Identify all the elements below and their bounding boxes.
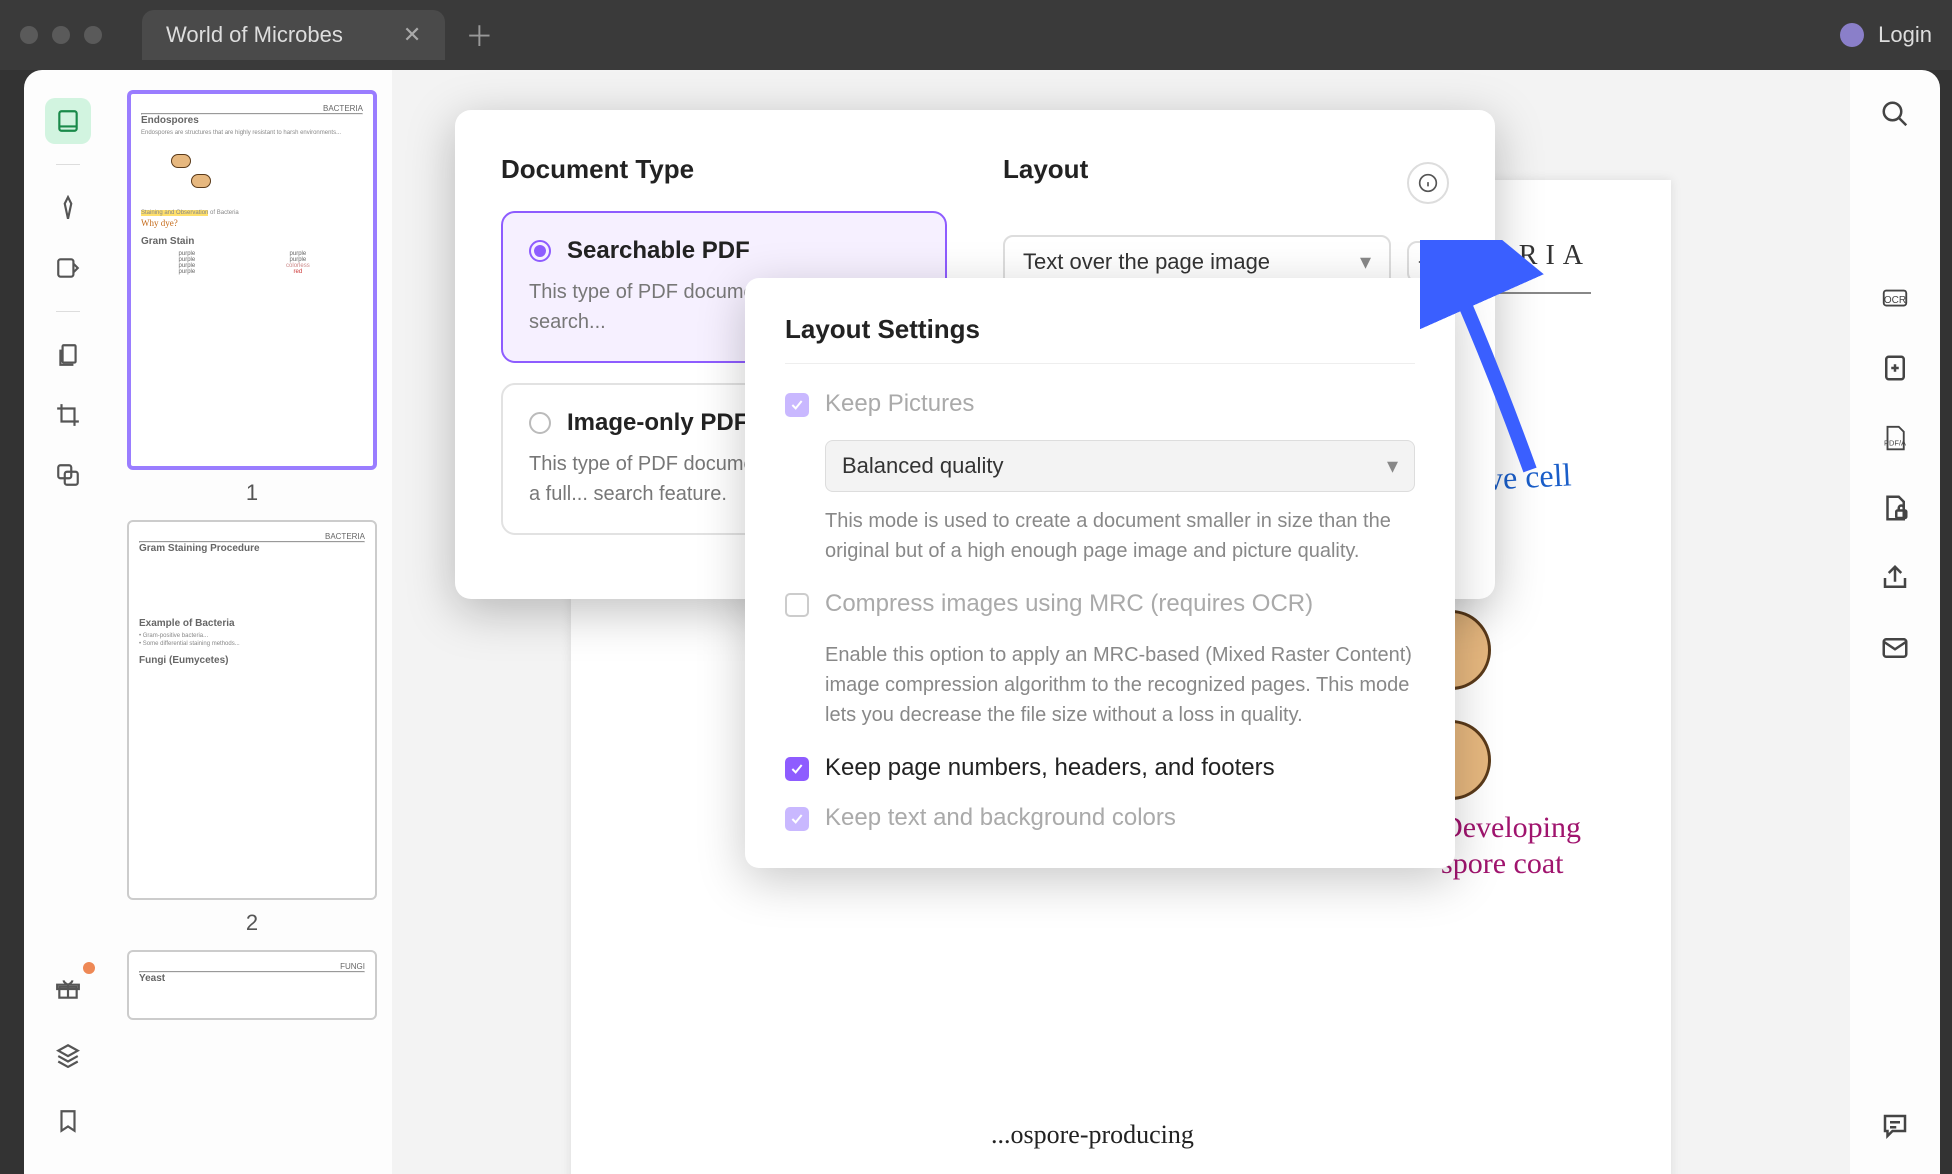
compress-description: Enable this option to apply an MRC-based… [825,640,1415,730]
pdfa-icon[interactable]: PDF/A [1877,420,1913,456]
ocr-icon[interactable]: OCR [1877,280,1913,316]
keep-headers-checkbox[interactable] [785,757,809,781]
document-type-heading: Document Type [501,154,947,185]
quality-select[interactable]: Balanced quality [825,440,1415,492]
book-tool-icon[interactable] [45,98,91,144]
keep-pictures-checkbox[interactable] [785,393,809,417]
minimize-window-button[interactable] [52,26,70,44]
thumb-page-number: 2 [246,910,258,936]
thumbnail-page-3[interactable]: FUNGI Yeast [128,950,376,1020]
svg-text:PDF/A: PDF/A [1884,439,1906,448]
gear-icon[interactable] [1407,241,1449,283]
crop-tool-icon[interactable] [45,392,91,438]
layers-icon[interactable] [45,1032,91,1078]
close-tab-icon[interactable]: ✕ [403,22,421,48]
body-text: ...ospore-producing [991,1120,1194,1150]
handwriting-annotation: Developing spore coat [1441,810,1581,882]
svg-text:OCR: OCR [1884,295,1906,306]
keep-colors-label: Keep text and background colors [825,804,1176,832]
quality-description: This mode is used to create a document s… [825,506,1415,566]
login-button[interactable]: Login [1840,22,1932,48]
page-thumbnails-panel: BACTERIA Endospores Endospores are struc… [112,70,392,1174]
new-tab-button[interactable]: ＋ [465,15,493,55]
pages-tool-icon[interactable] [45,332,91,378]
search-icon[interactable] [1877,96,1913,132]
keep-headers-label: Keep page numbers, headers, and footers [825,754,1275,782]
radio-unchecked-icon [529,412,551,434]
compare-tool-icon[interactable] [45,452,91,498]
highlighter-tool-icon[interactable] [45,185,91,231]
window-controls [20,26,102,44]
radio-checked-icon [529,240,551,262]
mail-icon[interactable] [1877,630,1913,666]
document-tab[interactable]: World of Microbes ✕ [142,10,445,60]
compress-mrc-checkbox[interactable] [785,593,809,617]
keep-colors-checkbox[interactable] [785,807,809,831]
tab-title: World of Microbes [166,22,343,48]
close-window-button[interactable] [20,26,38,44]
avatar-icon [1840,23,1864,47]
maximize-window-button[interactable] [84,26,102,44]
edit-text-tool-icon[interactable] [45,245,91,291]
info-icon[interactable] [1407,162,1449,204]
notification-badge [83,962,95,974]
titlebar: World of Microbes ✕ ＋ Login [0,0,1952,70]
compress-mrc-label: Compress images using MRC (requires OCR) [825,590,1313,618]
thumb-page-number: 1 [246,480,258,506]
right-toolbar: OCR PDF/A [1850,70,1940,1174]
layout-heading: Layout [1003,154,1088,185]
popover-title: Layout Settings [785,314,1415,345]
left-toolbar [24,70,112,1174]
thumbnail-page-1[interactable]: BACTERIA Endospores Endospores are struc… [128,90,376,506]
bookmark-icon[interactable] [45,1098,91,1144]
keep-pictures-label: Keep Pictures [825,390,974,418]
lock-file-icon[interactable] [1877,490,1913,526]
convert-icon[interactable] [1877,350,1913,386]
share-icon[interactable] [1877,560,1913,596]
comment-icon[interactable] [1877,1108,1913,1144]
layout-settings-popover: Layout Settings Keep Pictures Balanced q… [745,278,1455,868]
gift-icon[interactable] [45,966,91,1012]
thumbnail-page-2[interactable]: BACTERIA Gram Staining Procedure Example… [128,520,376,936]
